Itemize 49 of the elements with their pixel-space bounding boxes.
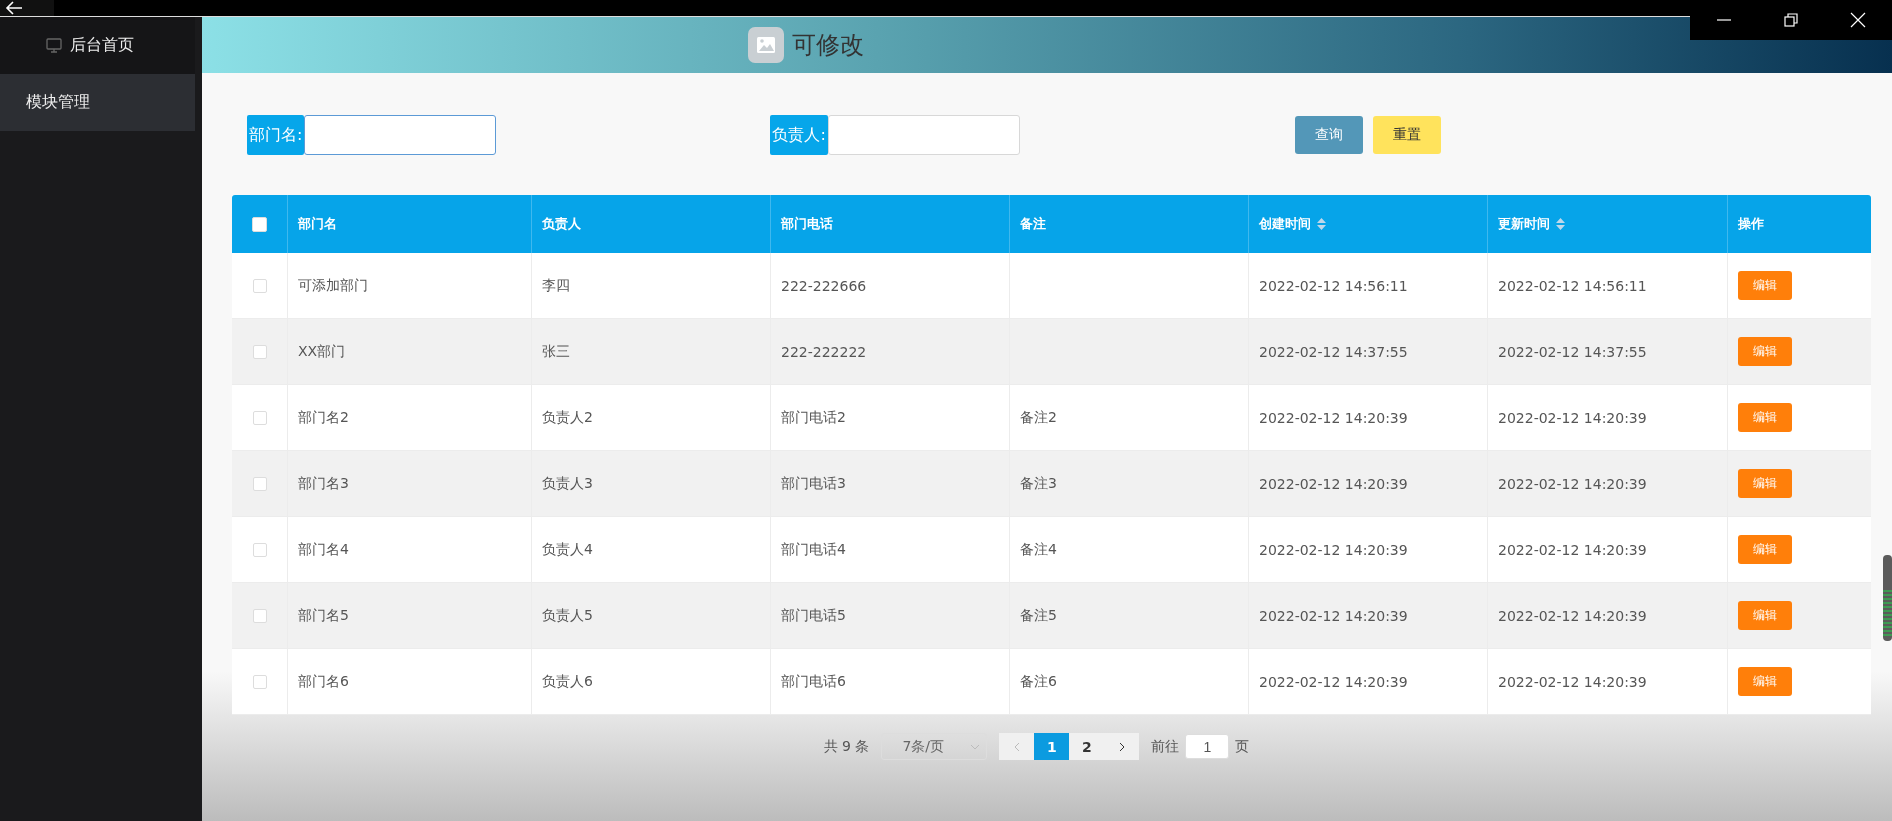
- chevron-right-icon: [1118, 741, 1125, 752]
- total-count: 共 9 条: [823, 737, 870, 756]
- close-icon[interactable]: [1850, 12, 1867, 28]
- field-label: 负责人:: [770, 115, 828, 155]
- edit-button[interactable]: 编辑: [1738, 667, 1792, 696]
- goto-label: 前往: [1151, 737, 1180, 756]
- search-button[interactable]: 查询: [1294, 116, 1363, 154]
- checkbox[interactable]: [252, 278, 267, 293]
- checkbox[interactable]: [252, 608, 267, 623]
- page-button[interactable]: 1: [1034, 733, 1070, 760]
- table-cell: 部门电话6: [771, 649, 1010, 715]
- page-title: 可修改: [792, 30, 864, 61]
- page-suffix: 页: [1235, 737, 1250, 756]
- sort-icon[interactable]: [1556, 218, 1565, 230]
- image-icon: [748, 27, 784, 63]
- sidebar-item[interactable]: 后台首页: [0, 17, 195, 74]
- table-cell: 2022-02-12 14:20:39: [1249, 649, 1488, 715]
- field-label: 部门名:: [247, 115, 305, 155]
- table-cell: 负责人6: [532, 649, 771, 715]
- input-field[interactable]: [304, 115, 497, 155]
- prev-page-button[interactable]: [999, 733, 1035, 760]
- monitor-icon: [46, 38, 62, 53]
- edit-button[interactable]: 编辑: [1738, 337, 1792, 366]
- edit-button[interactable]: 编辑: [1738, 271, 1792, 300]
- sort-icon[interactable]: [1317, 218, 1326, 230]
- chevron-down-icon: [970, 743, 981, 750]
- next-page-button[interactable]: [1104, 733, 1140, 760]
- table-cell: 2022-02-12 14:20:39: [1488, 649, 1728, 715]
- checkbox[interactable]: [252, 674, 267, 689]
- checkbox[interactable]: [252, 410, 267, 425]
- edit-button[interactable]: 编辑: [1738, 601, 1792, 630]
- sidebar-item[interactable]: 模块管理: [0, 74, 195, 131]
- restore-icon[interactable]: [1783, 12, 1799, 28]
- checkbox[interactable]: [252, 542, 267, 557]
- page-button[interactable]: 2: [1069, 733, 1105, 760]
- table-cell: 部门名6: [288, 649, 532, 715]
- edit-button[interactable]: 编辑: [1738, 535, 1792, 564]
- checkbox[interactable]: [252, 344, 267, 359]
- checkbox[interactable]: [252, 216, 267, 232]
- scrollbar-drawing[interactable]: [1882, 555, 1892, 641]
- reset-button[interactable]: 重置: [1372, 116, 1441, 154]
- edit-button[interactable]: 编辑: [1738, 469, 1792, 498]
- column-header: 操作: [1737, 215, 1765, 233]
- chevron-left-icon: [1013, 741, 1020, 752]
- edit-button[interactable]: 编辑: [1738, 403, 1792, 432]
- page-input[interactable]: 1: [1185, 734, 1230, 759]
- checkbox[interactable]: [252, 476, 267, 491]
- table-cell: 备注6: [1010, 649, 1249, 715]
- back-arrow-icon[interactable]: [4, 0, 24, 16]
